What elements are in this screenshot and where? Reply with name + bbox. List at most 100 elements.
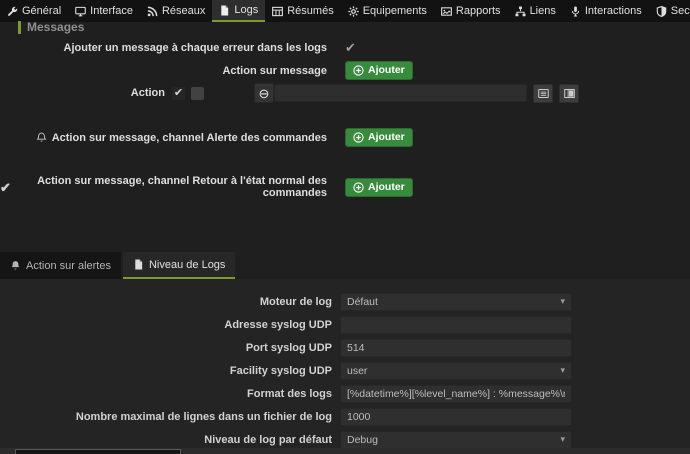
adresse-syslog-input[interactable]	[340, 316, 572, 334]
adresse-syslog-label: Adresse syslog UDP	[0, 319, 340, 331]
normal-channel-label: ✔ Action sur message, channel Retour à l…	[0, 175, 327, 199]
nav-item-liens[interactable]: Liens	[508, 0, 563, 22]
image-icon	[441, 6, 452, 17]
nav-label: Rapports	[456, 5, 501, 17]
error-log-checkbox[interactable]: ✔	[345, 41, 356, 54]
list-select-button[interactable]	[533, 84, 553, 103]
caret-down-icon: ▾	[560, 434, 565, 445]
nav-label: Equipements	[363, 5, 427, 17]
add-button-label: Ajouter	[368, 64, 405, 77]
max-lignes-input[interactable]	[340, 408, 572, 426]
nav-item-general[interactable]: Général	[0, 0, 68, 22]
bell-icon	[10, 260, 21, 271]
max-lignes-label: Nombre maximal de lignes dans un fichier…	[0, 411, 340, 423]
rss-icon	[147, 6, 158, 17]
monitor-icon	[75, 6, 86, 17]
nav-item-interactions[interactable]: Interactions	[563, 0, 649, 22]
nav-label: Interactions	[585, 5, 642, 17]
plus-circle-icon	[353, 65, 364, 76]
action-message-row: Action sur message Ajouter	[0, 61, 413, 80]
nav-item-resumes[interactable]: Résumés	[265, 0, 340, 22]
remove-action-button[interactable]: ⊖	[254, 83, 274, 103]
nav-label: Résumés	[287, 5, 333, 17]
error-log-label: Ajouter un message à chaque erreur dans …	[0, 42, 327, 54]
wrench-icon	[7, 6, 18, 17]
add-button-label: Ajouter	[368, 181, 405, 194]
error-log-row: Ajouter un message à chaque erreur dans …	[0, 41, 356, 54]
action-editor-row: Action ✔ ⊖	[0, 83, 579, 103]
action-message-label: Action sur message	[0, 65, 327, 77]
tab-label: Niveau de Logs	[149, 259, 225, 271]
plus-circle-icon	[353, 132, 364, 143]
alert-channel-text: Action sur message, channel Alerte des c…	[52, 132, 327, 144]
nav-label: Interface	[90, 5, 133, 17]
top-navbar: Général Interface Réseaux Logs Résumés E…	[0, 0, 690, 22]
format-des-logs-label: Format des logs	[0, 388, 340, 400]
port-syslog-input[interactable]	[340, 339, 572, 357]
nav-item-equipements[interactable]: Equipements	[341, 0, 434, 22]
columns-button[interactable]	[559, 84, 579, 103]
niveau-log-defaut-label: Niveau de log par défaut	[0, 434, 340, 446]
port-syslog-label: Port syslog UDP	[0, 342, 340, 354]
form-row-max-lignes: Nombre maximal de lignes dans un fichier…	[0, 405, 690, 428]
file-icon	[133, 259, 144, 270]
select-value: user	[347, 365, 367, 377]
alert-channel-row: Action sur message, channel Alerte des c…	[0, 128, 413, 147]
nav-label: Réseaux	[162, 5, 205, 17]
list-icon	[538, 88, 549, 99]
add-alert-action-button[interactable]: Ajouter	[345, 128, 413, 147]
caret-down-icon: ▾	[560, 296, 565, 307]
nav-item-logs[interactable]: Logs	[212, 0, 265, 22]
select-value: Défaut	[347, 296, 378, 308]
microphone-icon	[570, 6, 581, 17]
check-icon: ✔	[0, 181, 11, 194]
add-button-label: Ajouter	[368, 131, 405, 144]
facility-syslog-label: Facility syslog UDP	[0, 365, 340, 377]
form-row-facility-syslog: Facility syslog UDP user ▾	[0, 359, 690, 382]
tab-niveau-de-logs[interactable]: Niveau de Logs	[123, 252, 235, 279]
tab-label: Action sur alertes	[26, 260, 111, 272]
action-secondary-checkbox[interactable]	[191, 87, 204, 100]
action-label: Action	[0, 87, 172, 99]
format-des-logs-input[interactable]	[340, 385, 572, 403]
normal-channel-row: ✔ Action sur message, channel Retour à l…	[0, 175, 413, 199]
moteur-de-log-select[interactable]: Défaut ▾	[340, 293, 572, 311]
select-value: Debug	[347, 434, 378, 446]
nav-label: Logs	[234, 4, 258, 16]
nav-item-rapports[interactable]: Rapports	[434, 0, 508, 22]
shield-icon	[656, 6, 667, 17]
form-row-adresse-syslog: Adresse syslog UDP	[0, 313, 690, 336]
bottom-cropped-strip	[0, 448, 690, 454]
form-row-format-logs: Format des logs	[0, 382, 690, 405]
nav-label: Liens	[530, 5, 556, 17]
add-normal-action-button[interactable]: Ajouter	[345, 178, 413, 197]
nav-item-interface[interactable]: Interface	[68, 0, 140, 22]
alert-channel-label: Action sur message, channel Alerte des c…	[0, 132, 327, 144]
nav-item-securite[interactable]: Securité	[649, 0, 690, 22]
facility-syslog-select[interactable]: user ▾	[340, 362, 572, 380]
tab-action-sur-alertes[interactable]: Action sur alertes	[0, 252, 121, 279]
normal-channel-text: Action sur message, channel Retour à l'é…	[16, 175, 327, 199]
log-settings-tabbar: Action sur alertes Niveau de Logs	[0, 252, 690, 279]
plus-circle-icon	[353, 182, 364, 193]
nav-item-reseaux[interactable]: Réseaux	[140, 0, 212, 22]
bell-icon	[36, 132, 47, 143]
nav-label: Securité	[671, 5, 690, 17]
check-icon: ✔	[174, 87, 183, 100]
table-icon	[272, 6, 283, 17]
messages-section-title: Messages	[18, 21, 84, 34]
file-icon	[219, 5, 230, 16]
settings-page: Général Interface Réseaux Logs Résumés E…	[0, 0, 690, 454]
action-enabled-checkbox[interactable]: ✔	[172, 87, 185, 100]
moteur-de-log-label: Moteur de log	[0, 296, 340, 308]
nav-label: Général	[22, 5, 61, 17]
log-level-form: Moteur de log Défaut ▾ Adresse syslog UD…	[0, 279, 690, 448]
add-action-message-button[interactable]: Ajouter	[345, 61, 413, 80]
form-row-port-syslog: Port syslog UDP	[0, 336, 690, 359]
form-row-moteur: Moteur de log Défaut ▾	[0, 290, 690, 313]
bottom-panel-edge	[15, 449, 181, 454]
niveau-log-defaut-select[interactable]: Debug ▾	[340, 431, 572, 449]
columns-icon	[564, 88, 575, 99]
action-command-input[interactable]	[274, 84, 527, 102]
gear-icon	[348, 6, 359, 17]
